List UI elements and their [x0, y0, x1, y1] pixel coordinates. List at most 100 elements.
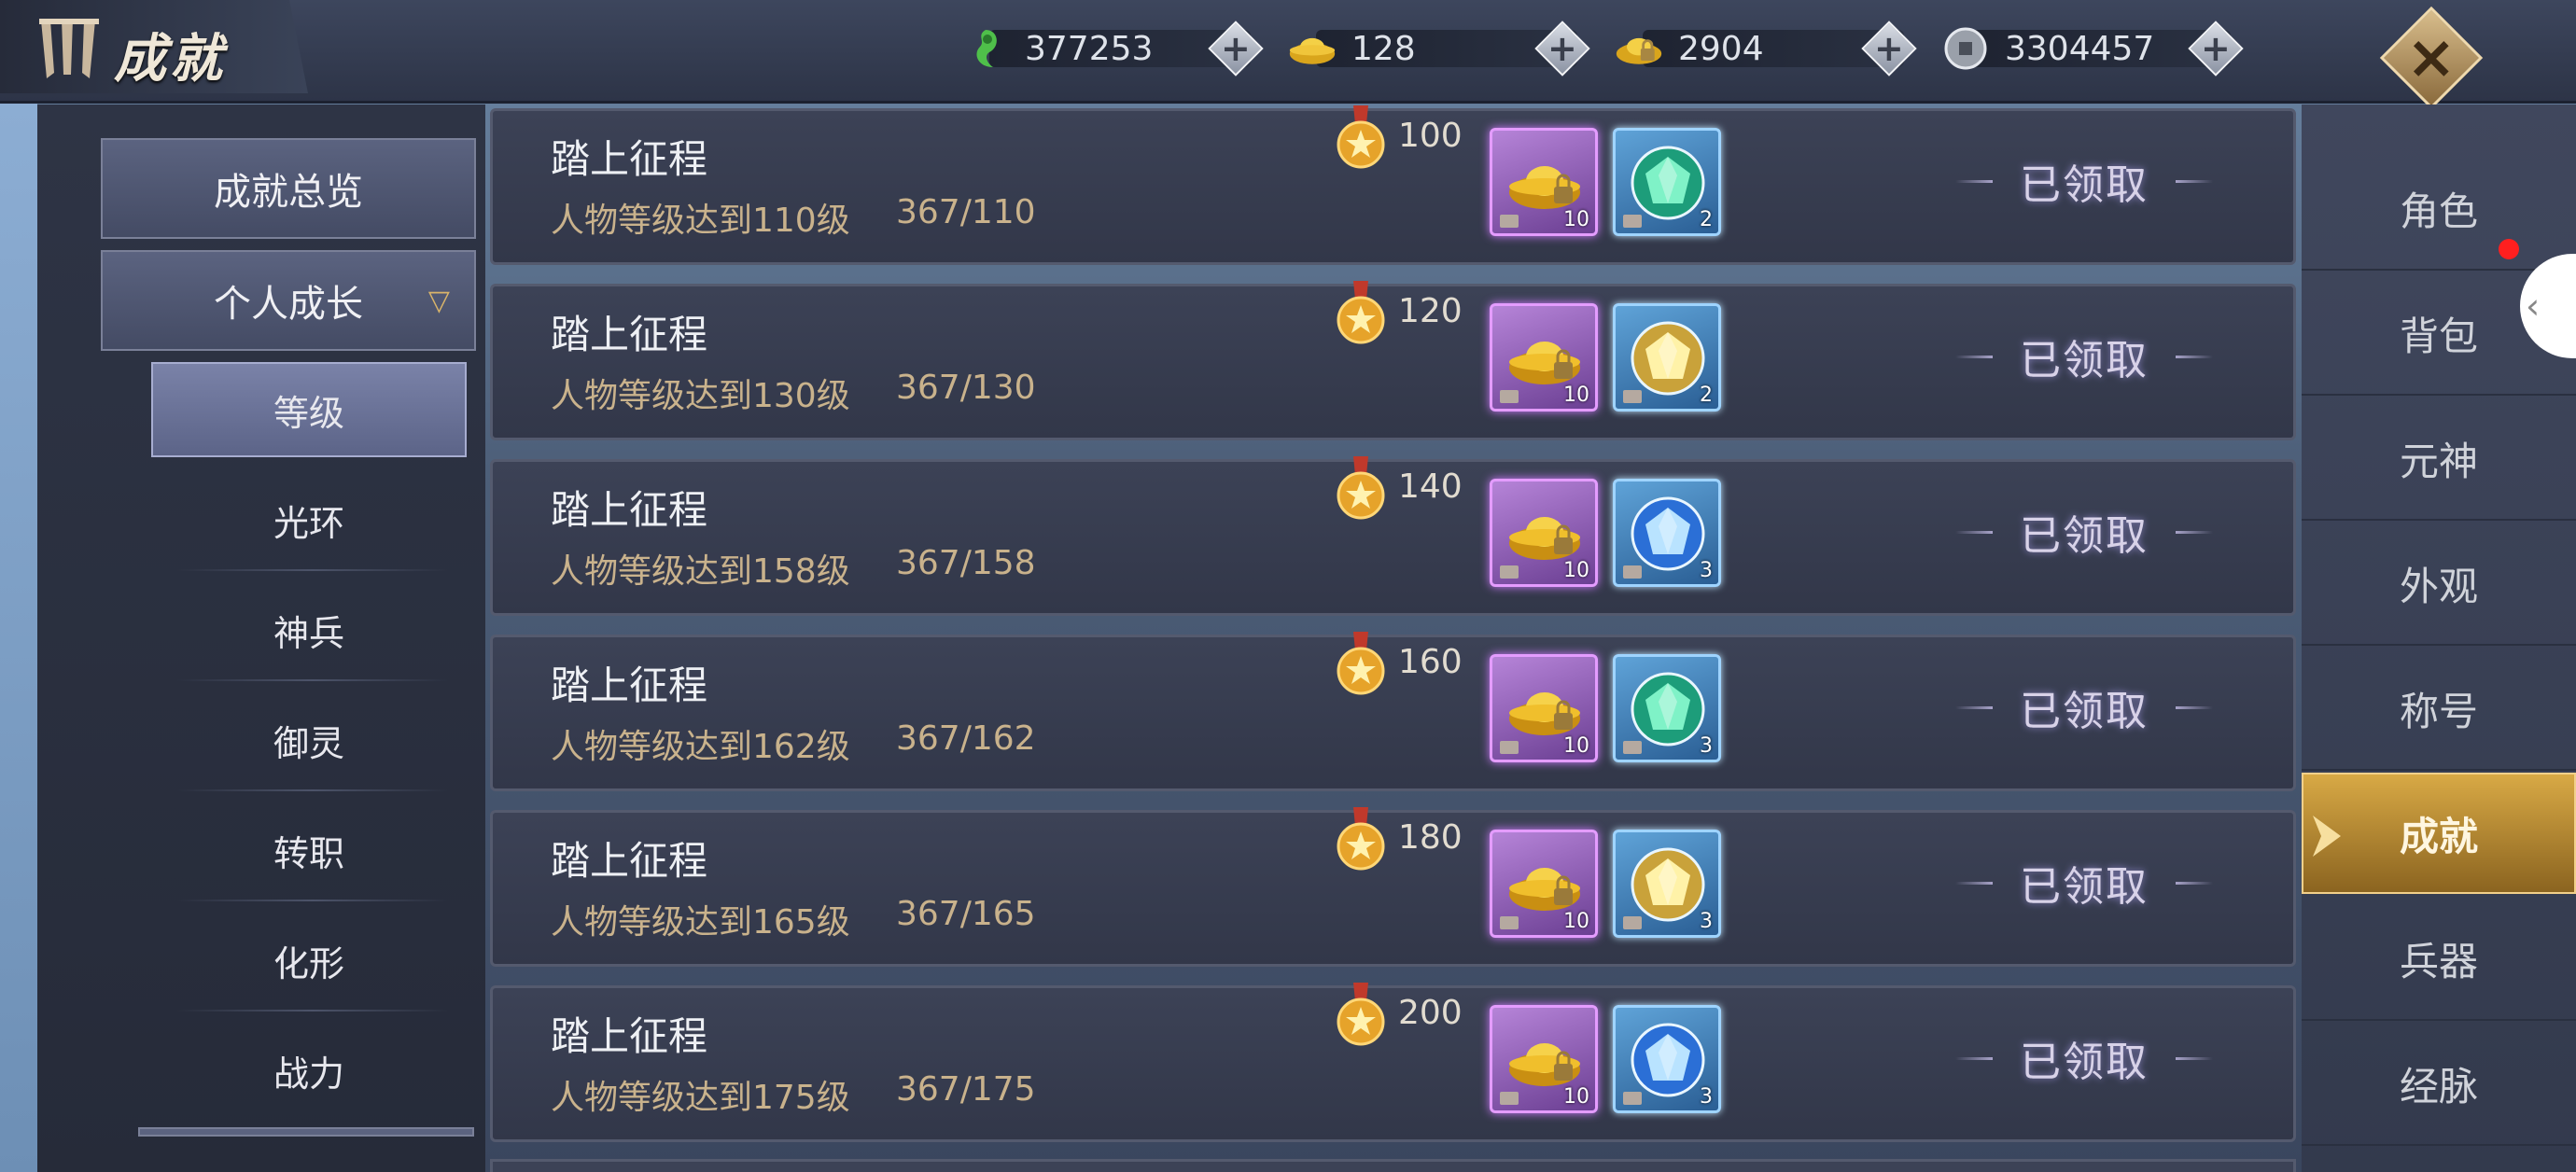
subitem-label: 光环 — [273, 502, 344, 544]
nav-tab-achievement[interactable]: 成就 — [2302, 773, 2576, 894]
reward-qty: 2 — [1700, 384, 1713, 407]
lock-icon — [1500, 1092, 1519, 1105]
nav-tab-weapon[interactable]: 兵器 — [2302, 898, 2576, 1021]
reward-slot[interactable]: 3 — [1613, 830, 1721, 938]
divider — [177, 1010, 448, 1012]
top-bar: 成就 377253 + 128 + 2904 + 3304457 + × — [0, 0, 2576, 110]
achievement-points: 120 — [1398, 292, 1463, 330]
reward-qty: 2 — [1700, 208, 1713, 231]
lock-icon — [1623, 390, 1642, 403]
close-button[interactable]: × — [2379, 6, 2484, 110]
page-title: 成就 — [114, 29, 226, 90]
bound-gold-ingot-icon — [1615, 24, 1663, 73]
achievement-row: 踏上征程 人物等级达到175级 367/175 200 10 3 已领取 — [490, 983, 2296, 1142]
add-jade-button[interactable]: + — [1208, 21, 1264, 77]
achievement-overview-button[interactable]: 成就总览 — [101, 138, 476, 239]
claimed-status: 已领取 — [1955, 1026, 2196, 1091]
reward-qty: 3 — [1700, 559, 1713, 582]
reward-qty: 3 — [1700, 910, 1713, 933]
reward-qty: 10 — [1563, 910, 1589, 933]
achievement-title: 踏上征程 — [551, 312, 708, 357]
reward-slot[interactable]: 10 — [1490, 128, 1598, 236]
achievement-title: 踏上征程 — [551, 487, 708, 533]
next-row-edge — [490, 1159, 2296, 1172]
reward-slot[interactable]: 10 — [1490, 1005, 1598, 1113]
subitem-halo[interactable]: 光环 — [151, 470, 467, 569]
lock-icon — [1500, 215, 1519, 228]
nav-tab-label: 称号 — [2399, 688, 2478, 734]
achievement-progress: 367/162 — [896, 719, 1036, 758]
achievement-desc: 人物等级达到130级 — [551, 377, 850, 415]
subitem-level[interactable]: 等级 — [151, 362, 467, 457]
medal-icon — [1333, 983, 1389, 1048]
lock-icon — [1500, 390, 1519, 403]
claimed-status: 已领取 — [1955, 675, 2196, 740]
reward-slot[interactable]: 10 — [1490, 830, 1598, 938]
add-gold-button[interactable]: + — [1534, 21, 1590, 77]
add-silver-button[interactable]: + — [2188, 21, 2244, 77]
currency-value: 3304457 — [2005, 29, 2155, 68]
reward-qty: 3 — [1700, 734, 1713, 758]
claimed-status: 已领取 — [1955, 850, 2196, 915]
lock-icon — [1623, 741, 1642, 754]
subitem-label: 御灵 — [273, 722, 344, 764]
achievement-desc: 人物等级达到158级 — [551, 552, 850, 591]
divider — [177, 789, 448, 791]
achievement-title: 踏上征程 — [551, 838, 708, 884]
reward-qty: 10 — [1563, 384, 1589, 407]
subitem-class-change[interactable]: 转职 — [151, 801, 467, 900]
divider — [177, 569, 448, 571]
lock-icon — [1623, 565, 1642, 579]
achievement-row: 踏上征程 人物等级达到162级 367/162 160 10 3 已领取 — [490, 632, 2296, 791]
subitem-transform[interactable]: 化形 — [151, 911, 467, 1010]
reward-slot[interactable]: 3 — [1613, 1005, 1721, 1113]
achievement-progress: 367/158 — [896, 544, 1036, 582]
reward-slot[interactable]: 10 — [1490, 654, 1598, 762]
nav-tab-character[interactable]: 角色 — [2302, 147, 2576, 271]
achievement-progress: 367/130 — [896, 369, 1036, 407]
reward-slot[interactable]: 3 — [1613, 654, 1721, 762]
subitem-power[interactable]: 战力 — [151, 1021, 467, 1120]
medal-icon — [1333, 105, 1389, 171]
reward-slot[interactable]: 10 — [1490, 479, 1598, 587]
currency-value: 2904 — [1678, 29, 1764, 68]
subitem-label: 转职 — [273, 832, 344, 874]
plus-icon: + — [2201, 28, 2231, 69]
nav-tab-appearance[interactable]: 外观 — [2302, 523, 2576, 646]
medal-icon — [1333, 281, 1389, 346]
currency-value: 128 — [1351, 29, 1416, 68]
medal-icon — [1333, 807, 1389, 872]
subitem-spirit[interactable]: 御灵 — [151, 691, 467, 789]
lock-icon — [1623, 215, 1642, 228]
nav-tab-soul[interactable]: 元神 — [2302, 398, 2576, 521]
achievement-points: 200 — [1398, 994, 1463, 1032]
lock-icon — [1500, 565, 1519, 579]
lock-icon — [1623, 1092, 1642, 1105]
lock-icon — [1500, 916, 1519, 929]
currency-jade: 377253 + — [961, 21, 1264, 77]
blue-gem-icon — [1631, 496, 1705, 571]
currency-silver: 3304457 + — [1941, 21, 2244, 77]
subitem-divine-weapon[interactable]: 神兵 — [151, 580, 467, 679]
reward-qty: 3 — [1700, 1085, 1713, 1109]
reward-slot[interactable]: 2 — [1613, 303, 1721, 412]
reward-qty: 10 — [1563, 208, 1589, 231]
nav-tab-label: 元神 — [2399, 438, 2478, 484]
chevron-left-icon: ‹ — [2526, 286, 2541, 327]
subitem-label: 战力 — [273, 1053, 344, 1095]
achievement-points: 140 — [1398, 467, 1463, 506]
lock-icon — [1623, 916, 1642, 929]
nav-tab-meridian[interactable]: 经脉 — [2302, 1023, 2576, 1146]
plus-icon: + — [1874, 28, 1904, 69]
currency-bound-gold: 2904 + — [1615, 21, 1917, 77]
reward-slot[interactable]: 2 — [1613, 128, 1721, 236]
nav-tab-title[interactable]: 称号 — [2302, 648, 2576, 771]
reward-slot[interactable]: 10 — [1490, 303, 1598, 412]
achievement-points: 180 — [1398, 818, 1463, 857]
personal-growth-category[interactable]: 个人成长 ▽ — [101, 250, 476, 351]
reward-slot[interactable]: 3 — [1613, 479, 1721, 587]
achievement-points: 160 — [1398, 643, 1463, 681]
nav-tab-label: 成就 — [2399, 813, 2478, 859]
jade-icon — [961, 24, 1010, 73]
add-bound-gold-button[interactable]: + — [1861, 21, 1917, 77]
